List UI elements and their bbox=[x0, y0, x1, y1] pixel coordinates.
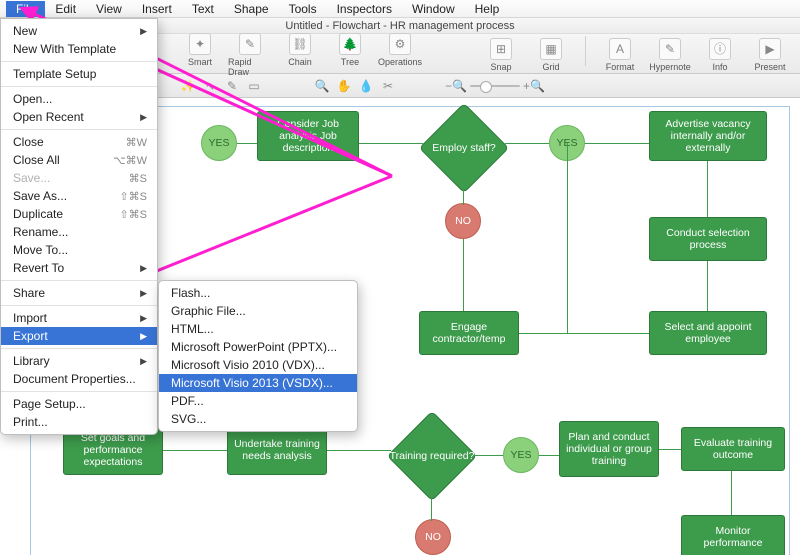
node-advertise[interactable]: Advertise vacancy internally and/or exte… bbox=[649, 111, 767, 161]
node-conduct-selection[interactable]: Conduct selection process bbox=[649, 217, 767, 261]
toolbar-hypernote[interactable]: ✎Hypernote bbox=[648, 36, 692, 72]
chain-icon: ⛓ bbox=[289, 33, 311, 55]
menu-text[interactable]: Text bbox=[182, 1, 224, 17]
toolbar-chain[interactable]: ⛓Chain bbox=[278, 31, 322, 67]
pen-icon[interactable]: ✎ bbox=[224, 78, 240, 94]
file-menu-item-close-all[interactable]: Close All⌥⌘W bbox=[1, 151, 157, 169]
export-item-graphic-file[interactable]: Graphic File... bbox=[159, 302, 357, 320]
file-menu-item-page-setup[interactable]: Page Setup... bbox=[1, 395, 157, 413]
wand-icon[interactable]: ✨ bbox=[180, 78, 196, 94]
toolbar-smart[interactable]: ✦Smart bbox=[178, 31, 222, 67]
shape-icon[interactable]: ▭ bbox=[246, 78, 262, 94]
file-menu-item-document-properties[interactable]: Document Properties... bbox=[1, 370, 157, 388]
zoom-out-icon[interactable]: −🔍 bbox=[448, 78, 464, 94]
format-icon: A bbox=[609, 38, 631, 60]
node-consider[interactable]: Consider Job analysis Job description bbox=[257, 111, 359, 161]
file-menu-item-open[interactable]: Open... bbox=[1, 90, 157, 108]
hand-icon[interactable]: ✋ bbox=[336, 78, 352, 94]
file-menu-item-duplicate[interactable]: Duplicate⇧⌘S bbox=[1, 205, 157, 223]
file-menu-item-revert-to[interactable]: Revert To▶ bbox=[1, 259, 157, 277]
tree-icon: 🌲 bbox=[339, 33, 361, 55]
zoom-slider[interactable] bbox=[470, 85, 520, 87]
menu-help[interactable]: Help bbox=[465, 1, 510, 17]
menu-insert[interactable]: Insert bbox=[132, 1, 182, 17]
node-engage[interactable]: Engage contractor/temp bbox=[419, 311, 519, 355]
node-training-required[interactable]: Training required? bbox=[387, 411, 477, 501]
node-employ-staff[interactable]: Employ staff? bbox=[419, 103, 509, 193]
export-item-pdf[interactable]: PDF... bbox=[159, 392, 357, 410]
node-evaluate[interactable]: Evaluate training outcome bbox=[681, 427, 785, 471]
export-item-microsoft-powerpoint-pptx[interactable]: Microsoft PowerPoint (PPTX)... bbox=[159, 338, 357, 356]
rapid-draw-icon: ✎ bbox=[239, 33, 261, 55]
menu-tools[interactable]: Tools bbox=[279, 1, 327, 17]
eyedropper-icon[interactable]: 💧 bbox=[358, 78, 374, 94]
menu-inspectors[interactable]: Inspectors bbox=[327, 1, 402, 17]
export-item-flash[interactable]: Flash... bbox=[159, 284, 357, 302]
zoom-in2-icon[interactable]: +🔍 bbox=[526, 78, 542, 94]
toolbar-present[interactable]: ▶Present bbox=[748, 36, 792, 72]
menu-file[interactable]: File bbox=[6, 1, 45, 17]
smart-icon: ✦ bbox=[189, 33, 211, 55]
file-menu-item-close[interactable]: Close⌘W bbox=[1, 133, 157, 151]
node-plan-conduct[interactable]: Plan and conduct individual or group tra… bbox=[559, 421, 659, 477]
file-menu-item-new[interactable]: New▶ bbox=[1, 22, 157, 40]
menubar: File Edit View Insert Text Shape Tools I… bbox=[0, 0, 800, 18]
node-undertake[interactable]: Undertake training needs analysis bbox=[227, 425, 327, 475]
toolbar-rapid-draw[interactable]: ✎Rapid Draw bbox=[228, 31, 272, 77]
operations-icon: ⚙ bbox=[389, 33, 411, 55]
file-menu-item-template-setup[interactable]: Template Setup bbox=[1, 65, 157, 83]
snap-icon: ⊞ bbox=[490, 38, 512, 60]
file-menu-item-save-as[interactable]: Save As...⇧⌘S bbox=[1, 187, 157, 205]
toolbar-grid[interactable]: ▦Grid bbox=[529, 36, 573, 72]
present-icon: ▶ bbox=[759, 38, 781, 60]
toolbar-snap[interactable]: ⊞Snap bbox=[479, 36, 523, 72]
file-menu-item-import[interactable]: Import▶ bbox=[1, 309, 157, 327]
file-menu-item-share[interactable]: Share▶ bbox=[1, 284, 157, 302]
node-monitor[interactable]: Monitor performance bbox=[681, 515, 785, 555]
file-menu-item-new-with-template[interactable]: New With Template bbox=[1, 40, 157, 58]
file-menu-item-library[interactable]: Library▶ bbox=[1, 352, 157, 370]
file-menu-item-open-recent[interactable]: Open Recent▶ bbox=[1, 108, 157, 126]
file-menu-item-rename[interactable]: Rename... bbox=[1, 223, 157, 241]
pointer-icon[interactable]: ↖ bbox=[202, 78, 218, 94]
menu-view[interactable]: View bbox=[86, 1, 132, 17]
node-no-2[interactable]: NO bbox=[415, 519, 451, 555]
toolbar-info[interactable]: ⓘInfo bbox=[698, 36, 742, 72]
toolbar-format[interactable]: AFormat bbox=[598, 36, 642, 72]
info-icon: ⓘ bbox=[709, 38, 731, 60]
file-menu-item-export[interactable]: Export▶ bbox=[1, 327, 157, 345]
file-menu-item-save[interactable]: Save...⌘S bbox=[1, 169, 157, 187]
menu-edit[interactable]: Edit bbox=[45, 1, 86, 17]
menu-shape[interactable]: Shape bbox=[224, 1, 279, 17]
export-submenu: Flash...Graphic File...HTML...Microsoft … bbox=[158, 280, 358, 432]
grid-icon: ▦ bbox=[540, 38, 562, 60]
menu-window[interactable]: Window bbox=[402, 1, 465, 17]
export-item-svg[interactable]: SVG... bbox=[159, 410, 357, 428]
node-yes-1[interactable]: YES bbox=[201, 125, 237, 161]
export-item-html[interactable]: HTML... bbox=[159, 320, 357, 338]
zoom-in-icon[interactable]: 🔍 bbox=[314, 78, 330, 94]
file-menu-dropdown: New▶New With Template Template Setup Open.… bbox=[0, 18, 158, 435]
node-select-employee[interactable]: Select and appoint employee bbox=[649, 311, 767, 355]
hypernote-icon: ✎ bbox=[659, 38, 681, 60]
node-no-1[interactable]: NO bbox=[445, 203, 481, 239]
node-yes-3[interactable]: YES bbox=[503, 437, 539, 473]
file-menu-item-move-to[interactable]: Move To... bbox=[1, 241, 157, 259]
crop-icon[interactable]: ✂ bbox=[380, 78, 396, 94]
export-item-microsoft-visio-2010-vdx[interactable]: Microsoft Visio 2010 (VDX)... bbox=[159, 356, 357, 374]
export-item-microsoft-visio-2013-vsdx[interactable]: Microsoft Visio 2013 (VSDX)... bbox=[159, 374, 357, 392]
file-menu-item-print[interactable]: Print... bbox=[1, 413, 157, 431]
toolbar-tree[interactable]: 🌲Tree bbox=[328, 31, 372, 67]
toolbar-operations[interactable]: ⚙Operations bbox=[378, 31, 422, 67]
